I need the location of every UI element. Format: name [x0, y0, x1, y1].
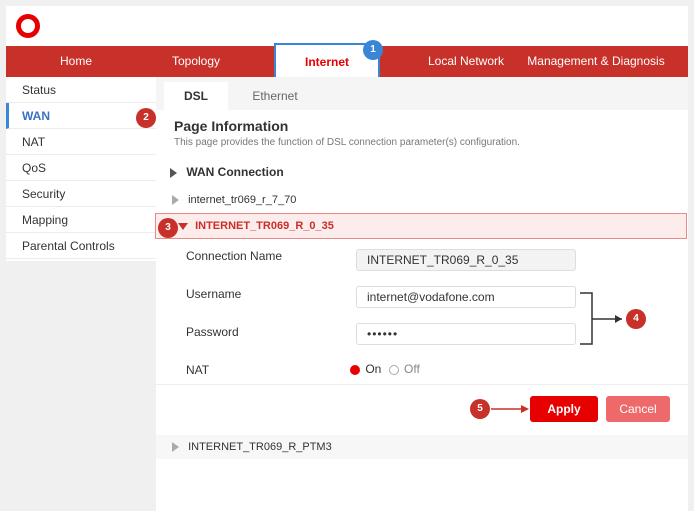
- cancel-button[interactable]: Cancel: [606, 396, 670, 422]
- nav-home[interactable]: Home: [26, 46, 126, 77]
- sidebar-item-qos[interactable]: QoS: [6, 155, 156, 181]
- bracket-arrow-icon: [580, 292, 622, 345]
- sidebar-item-mapping[interactable]: Mapping: [6, 207, 156, 233]
- wan-connection-row[interactable]: INTERNET_TR069_R_PTM3: [156, 435, 688, 459]
- divider: [156, 384, 688, 385]
- subtab-bar: DSL Ethernet: [156, 77, 688, 110]
- nav-management-diagnosis[interactable]: Management & Diagnosis: [521, 46, 671, 77]
- callout-badge-2: 2: [136, 108, 156, 128]
- nat-off-label: Off: [404, 362, 420, 376]
- collapsed-arrow-icon: [172, 195, 179, 206]
- tab-dsl[interactable]: DSL: [164, 82, 228, 110]
- sidebar: Status WAN NAT QoS Security Mapping Pare…: [6, 77, 156, 261]
- tab-ethernet[interactable]: Ethernet: [238, 82, 312, 110]
- nat-on-label: On: [365, 362, 382, 376]
- nat-label: NAT: [186, 363, 210, 377]
- nav-local-network[interactable]: Local Network: [416, 46, 516, 77]
- sidebar-item-wan[interactable]: WAN: [6, 103, 156, 129]
- arrow-right-icon: [491, 405, 529, 413]
- apply-button[interactable]: Apply: [530, 396, 598, 422]
- callout-badge-1: 1: [363, 40, 383, 60]
- sidebar-item-status[interactable]: Status: [6, 77, 156, 103]
- wan-connection-name: INTERNET_TR069_R_PTM3: [188, 441, 332, 453]
- nat-radio-group: On Off: [350, 362, 420, 376]
- nav-topology[interactable]: Topology: [146, 46, 246, 77]
- wan-connection-title: WAN Connection: [186, 165, 284, 179]
- main-navigation: Home Topology Internet Local Network Man…: [6, 43, 688, 77]
- vodafone-logo-icon: [16, 14, 40, 38]
- sidebar-item-parental-controls[interactable]: Parental Controls: [6, 233, 156, 259]
- connection-name-label: Connection Name: [186, 249, 283, 263]
- callout-badge-3: 3: [158, 218, 178, 238]
- collapsed-arrow-icon: [172, 442, 179, 453]
- sidebar-item-security[interactable]: Security: [6, 181, 156, 207]
- wan-connection-header[interactable]: WAN Connection: [156, 161, 688, 183]
- expand-arrow-icon: [170, 167, 177, 178]
- nat-on-radio[interactable]: [350, 364, 360, 375]
- connection-name-field: INTERNET_TR069_R_0_35: [356, 249, 576, 271]
- header-bar: [6, 6, 688, 46]
- wan-connection-row-selected[interactable]: INTERNET_TR069_R_0_35: [155, 213, 687, 239]
- callout-badge-5: 5: [470, 399, 490, 419]
- password-input[interactable]: ••••••: [356, 323, 576, 345]
- wan-connection-name: internet_tr069_r_7_70: [188, 194, 297, 206]
- username-input[interactable]: internet@vodafone.com: [356, 286, 576, 308]
- callout-badge-4: 4: [626, 309, 646, 329]
- page-description: This page provides the function of DSL c…: [174, 137, 520, 148]
- wan-connection-name: INTERNET_TR069_R_0_35: [195, 220, 334, 232]
- username-label: Username: [186, 287, 242, 301]
- nat-off-radio[interactable]: [388, 364, 399, 375]
- page-title: Page Information: [174, 118, 289, 134]
- expanded-arrow-icon: [178, 222, 188, 230]
- sidebar-item-nat[interactable]: NAT: [6, 129, 156, 155]
- wan-connection-row[interactable]: internet_tr069_r_7_70: [156, 188, 688, 212]
- password-label: Password: [186, 325, 239, 339]
